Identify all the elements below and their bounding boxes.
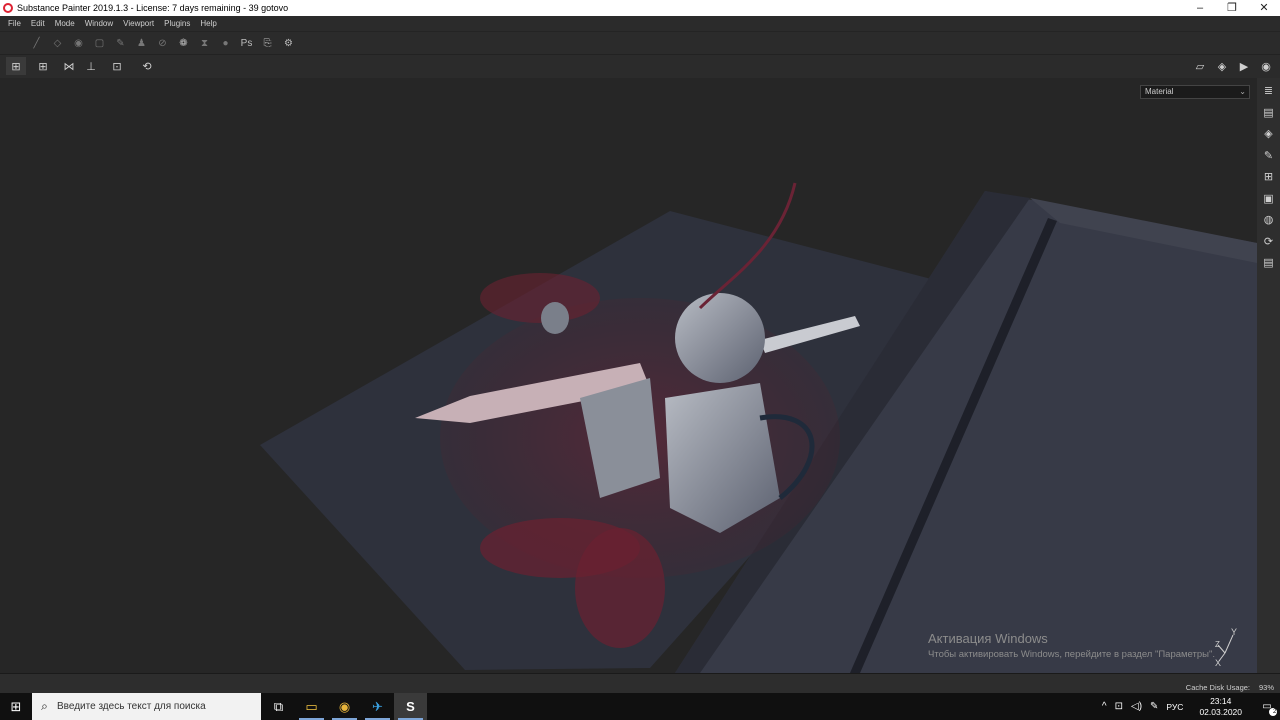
clock-date: 02.03.2020 [1199,706,1242,717]
axis-y-label: Y [1231,627,1237,637]
axis-x-label: X [1215,658,1221,668]
mirror-x-icon[interactable]: ⋈ [60,57,78,75]
notification-count-badge: 2 [1269,708,1277,716]
clock[interactable]: 23:14 02.03.2020 [1187,696,1254,718]
minimize-button[interactable]: – [1184,0,1216,16]
split-view-icon[interactable]: ⊞ [30,57,56,75]
display-settings-icon[interactable]: ⊞ [1264,166,1273,188]
taskbar-apps: ⧉ ▭ ◉ ✈ S [262,693,427,720]
substance-painter-task-icon[interactable]: S [394,693,427,720]
mech-head [541,302,569,334]
clone-icon[interactable]: ♟ [131,35,152,51]
channel-select[interactable]: Material ⌄ [1140,85,1250,99]
windows-taskbar: ⊞ ⌕ Введите здесь текст для поиска ⧉ ▭ ◉… [0,693,1280,720]
mech-torso [675,293,765,383]
channel-select-value: Material [1145,87,1174,96]
windows-activation-watermark: Активация Windows Чтобы активировать Win… [928,631,1215,660]
system-tray: ^ ⊡ ◁) ✎ РУС 23:14 02.03.2020 ▭ 2 [1098,693,1280,720]
right-dock: ≣ ▤ ◈ ✎ ⊞ ▣ ◍ ⟳ ▤ [1257,78,1280,673]
search-placeholder: Введите здесь текст для поиска [57,701,206,712]
menu-mode[interactable]: Mode [50,19,80,28]
title-bar: Substance Painter 2019.1.3 - License: 7 … [0,0,1280,16]
smudge-icon[interactable]: ✎ [110,35,131,51]
3d-viewport[interactable] [0,78,1257,673]
viewport-toolbar: ⊞ ⊞ ⋈ ⊥ ⊡ ⟲ ▱ ◈ ▶ ◉ [0,54,1280,78]
export-icon[interactable]: ⎘ [257,35,278,51]
cache-disk-usage-label: Cache Disk Usage: [1185,683,1250,692]
projection-icon[interactable]: ◉ [68,35,89,51]
clock-time: 23:14 [1210,695,1232,706]
volume-icon[interactable]: ◁) [1127,701,1146,712]
watermark-subtitle: Чтобы активировать Windows, перейдите в … [928,649,1215,660]
windows-logo-icon: ⊞ [10,698,22,714]
task-view-icon[interactable]: ⧉ [262,693,295,720]
paint-brush-icon[interactable]: ╱ [26,35,47,51]
properties-icon[interactable]: ✎ [1264,145,1273,167]
window-title: Substance Painter 2019.1.3 - License: 7 … [17,3,289,13]
reset-camera-icon[interactable]: ⟲ [134,57,160,75]
chrome-icon[interactable]: ◉ [328,693,361,720]
sphere-icon[interactable]: ● [215,35,236,51]
axis-z-label: Z [1215,640,1220,649]
bake-icon[interactable]: ❁ [173,35,194,51]
search-icon: ⌕ [41,699,48,713]
3d-view-icon[interactable]: ◈ [1214,57,1230,75]
menu-bar: File Edit Mode Window Viewport Plugins H… [0,16,1280,31]
fit-view-icon[interactable]: ⊡ [104,57,130,75]
window-controls: – ❐ ✕ [1184,0,1280,16]
texture-set-settings-icon[interactable]: ▤ [1263,102,1273,124]
start-button[interactable]: ⊞ [0,693,32,720]
2d-view-icon[interactable]: ▱ [1192,57,1208,75]
pen-icon[interactable]: ✎ [1146,701,1162,712]
close-button[interactable]: ✕ [1248,0,1280,16]
grid-view-icon[interactable]: ⊞ [6,57,26,75]
blood-splatter [480,273,600,323]
file-explorer-icon[interactable]: ▭ [295,693,328,720]
viewer-settings-icon[interactable]: ▣ [1263,188,1273,210]
layers-icon[interactable]: ◈ [1264,123,1272,145]
menu-plugins[interactable]: Plugins [159,19,195,28]
status-bar: Cache Disk Usage: 93% [0,673,1280,693]
camera-video-icon[interactable]: ▶ [1236,57,1252,75]
restore-button[interactable]: ❐ [1216,0,1248,16]
tool-bar: ╱ ◇ ◉ ▢ ✎ ♟ ⊘ ❁ ⧗ ● Ps ⎘ ⚙ [0,31,1280,54]
mirror-y-icon[interactable]: ⊥ [82,57,100,75]
polygon-fill-icon[interactable]: ▢ [89,35,110,51]
network-icon[interactable]: ⊡ [1111,701,1127,712]
texture-set-list-icon[interactable]: ≣ [1264,80,1273,102]
notifications-button[interactable]: ▭ 2 [1254,693,1280,720]
history-icon[interactable]: ⟳ [1264,231,1273,253]
screenshot-icon[interactable]: ◉ [1258,57,1274,75]
menu-help[interactable]: Help [195,19,221,28]
photoshop-icon[interactable]: Ps [236,35,257,51]
shader-settings-icon[interactable]: ◍ [1264,209,1274,231]
taskbar-search-box[interactable]: ⌕ Введите здесь текст для поиска [32,693,261,720]
cache-disk-usage-value: 93% [1258,683,1274,692]
tray-overflow-icon[interactable]: ^ [1098,701,1111,712]
watermark-title: Активация Windows [928,631,1048,646]
viewport-scene [260,182,1257,673]
menu-viewport[interactable]: Viewport [118,19,159,28]
log-icon[interactable]: ▤ [1263,252,1273,274]
telegram-icon[interactable]: ✈ [361,693,394,720]
menu-file[interactable]: File [3,19,26,28]
hourglass-icon[interactable]: ⧗ [194,35,215,51]
menu-window[interactable]: Window [80,19,118,28]
chevron-down-icon: ⌄ [1239,87,1246,96]
language-indicator[interactable]: РУС [1162,702,1187,712]
axis-gizmo: Y Z X [1215,627,1237,668]
color-picker-icon[interactable]: ⊘ [152,35,173,51]
blood-splatter [575,528,665,648]
substance-painter-app-icon [3,3,13,13]
settings-icon[interactable]: ⚙ [278,35,299,51]
eraser-icon[interactable]: ◇ [47,35,68,51]
menu-edit[interactable]: Edit [26,19,50,28]
